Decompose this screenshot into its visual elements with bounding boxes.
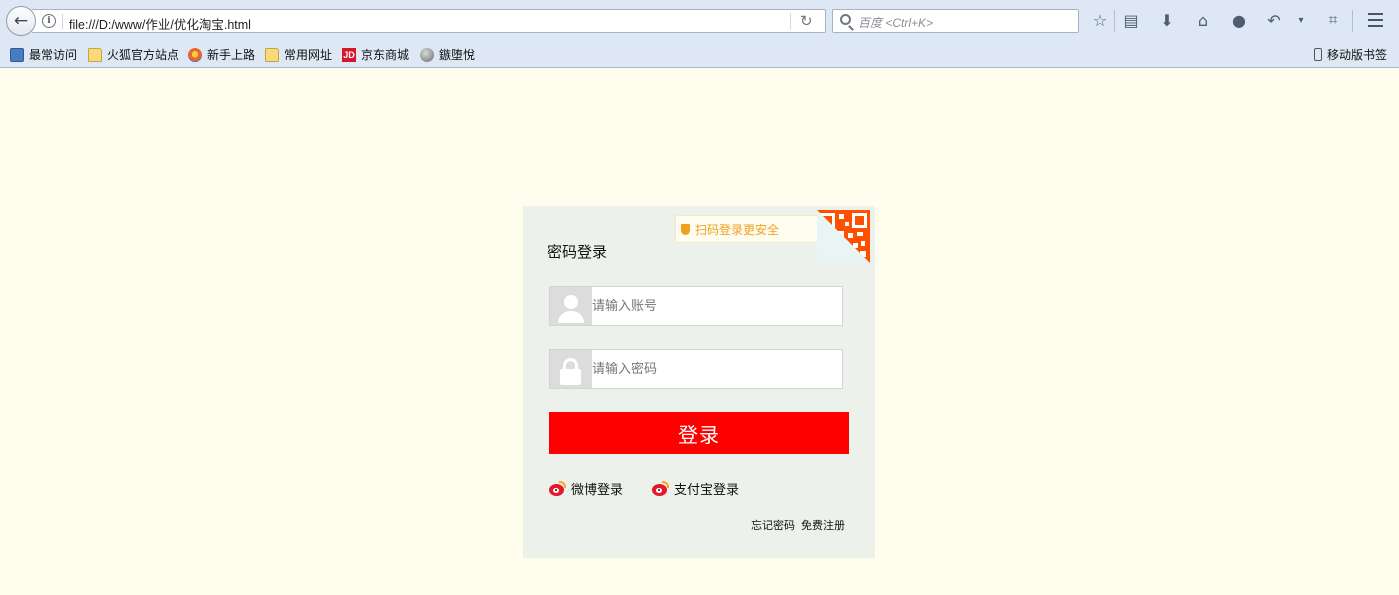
url-bar[interactable]: i file:///D:/www/作业/优化淘宝.html ↻ (32, 9, 826, 33)
forgot-password-link[interactable]: 忘记密码 (751, 517, 795, 533)
bookmark-getting-started[interactable]: 新手上路 (188, 46, 255, 63)
login-title: 密码登录 (547, 243, 608, 261)
url-bar-divider-right (790, 13, 791, 30)
search-bar[interactable]: 百度 <Ctrl+K> (832, 9, 1079, 33)
download-icon[interactable]: ⬇ (1157, 10, 1177, 30)
firefox-icon (188, 47, 202, 62)
browser-chrome: i file:///D:/www/作业/优化淘宝.html ↻ ← 百度 <Ct… (0, 0, 1399, 68)
account-field[interactable] (549, 286, 843, 326)
mobile-icon (1314, 48, 1322, 61)
bookmark-common-sites[interactable]: 常用网址 (265, 46, 332, 63)
qr-code-toggle[interactable] (817, 210, 870, 263)
reload-icon[interactable]: ↻ (800, 12, 813, 30)
weibo-login-link[interactable]: 微博登录 (549, 479, 623, 498)
toolbar-divider (1352, 10, 1353, 32)
jd-icon: JD (342, 47, 356, 62)
home-icon[interactable]: ⌂ (1193, 10, 1213, 30)
navigation-toolbar: i file:///D:/www/作业/优化淘宝.html ↻ ← 百度 <Ct… (0, 0, 1399, 40)
alipay-login-label: 支付宝登录 (674, 483, 740, 498)
back-button[interactable]: ← (6, 6, 36, 36)
reading-list-icon[interactable]: ▤ (1121, 10, 1141, 30)
shield-icon (681, 223, 690, 235)
password-field[interactable] (549, 349, 843, 389)
bookmark-label: 鏃堕悅 (439, 48, 476, 62)
bookmark-star-icon[interactable]: ☆ (1090, 10, 1110, 30)
login-button[interactable]: 登录 (549, 412, 849, 454)
url-text[interactable]: file:///D:/www/作业/优化淘宝.html (69, 14, 251, 33)
user-icon (550, 287, 592, 325)
weibo-login-label: 微博登录 (571, 483, 624, 498)
undo-dropdown-icon[interactable]: ▾ (1291, 10, 1311, 30)
qr-code-icon (817, 210, 870, 263)
bookmark-label: 火狐官方站点 (107, 48, 180, 62)
undo-icon[interactable]: ↶ (1264, 10, 1284, 30)
mobile-bookmarks[interactable]: 移动版书签 (1314, 46, 1387, 63)
qr-login-tip: 扫码登录更安全 (675, 215, 825, 243)
login-panel: 扫码登录更安全 密码登录 请输入账号 登录 微博登录 支付宝登录 忘记密码 免费… (523, 206, 875, 558)
alipay-login-link[interactable]: 支付宝登录 (652, 479, 739, 498)
weibo-icon (549, 481, 566, 496)
bookmark-firefox-sites[interactable]: 火狐官方站点 (88, 46, 179, 63)
search-icon[interactable] (840, 14, 851, 25)
toolbar-divider (1114, 10, 1115, 32)
folder-icon (265, 47, 279, 62)
bookmark-label: 京东商城 (361, 48, 410, 62)
bookmark-label: 常用网址 (284, 48, 333, 62)
qr-tip-text: 扫码登录更安全 (695, 222, 780, 237)
bookmark-jd[interactable]: JD 京东商城 (342, 46, 409, 63)
bookmark-other[interactable]: 鏃堕悅 (420, 46, 475, 63)
alipay-weibo-icon (652, 481, 669, 496)
register-link[interactable]: 免费注册 (801, 517, 845, 533)
bookmarks-toolbar: 最常访问 火狐官方站点 新手上路 常用网址 JD 京东商城 鏃堕悅 移动版书签 (0, 42, 1399, 66)
crop-icon[interactable]: ⌗ (1323, 10, 1343, 30)
password-input[interactable] (592, 350, 842, 388)
bookmark-label: 新手上路 (207, 48, 256, 62)
site-info-icon[interactable]: i (42, 14, 56, 28)
account-links: 忘记密码 免费注册 (751, 517, 845, 533)
folder-icon (88, 47, 102, 62)
back-arrow-icon: ← (13, 11, 29, 31)
most-visited-icon (10, 47, 24, 62)
bookmark-most-visited[interactable]: 最常访问 (10, 46, 77, 63)
bookmark-label: 最常访问 (29, 48, 78, 62)
menu-icon[interactable] (1365, 10, 1385, 30)
search-placeholder: 百度 <Ctrl+K> (858, 16, 934, 30)
chat-icon[interactable]: ● (1229, 10, 1249, 30)
globe-icon (420, 47, 434, 62)
mobile-bookmarks-label: 移动版书签 (1327, 48, 1388, 62)
lock-icon (550, 350, 592, 388)
url-bar-divider (62, 14, 63, 29)
account-input[interactable] (592, 287, 842, 325)
